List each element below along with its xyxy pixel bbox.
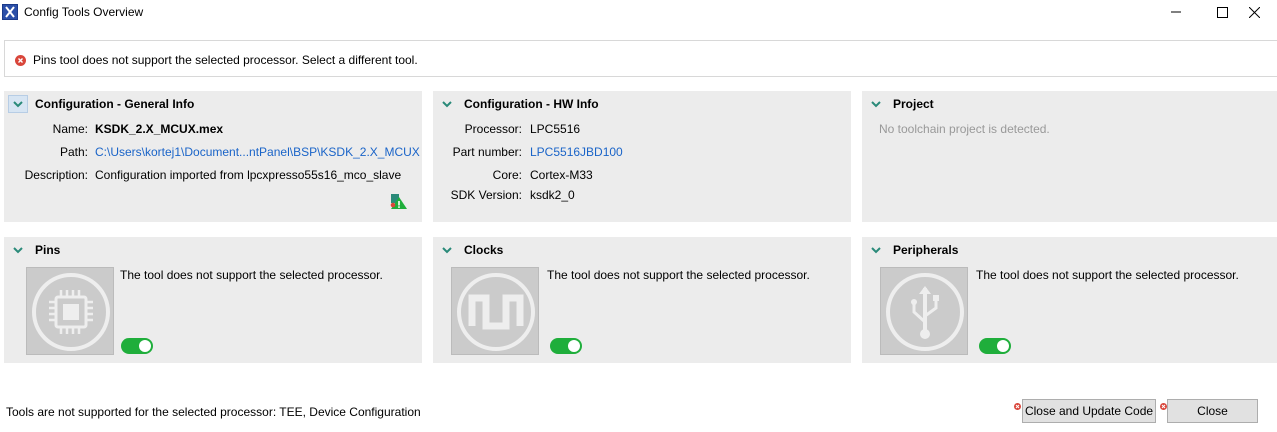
project-title: Project [893,97,934,111]
processor-label: Processor: [464,122,522,136]
path-link[interactable]: C:\Users\kortej1\Document...ntPanel\BSP\… [95,145,420,159]
name-label: Name: [52,122,88,136]
close-and-update-code-button[interactable]: Close and Update Code [1022,399,1156,423]
clocks-tool-button[interactable] [451,267,539,355]
usb-icon [886,273,964,351]
pins-toggle[interactable] [121,338,153,354]
collapse-peripherals-button[interactable] [866,241,886,259]
general-info-panel: Configuration - General Info Name: KSDK_… [4,91,422,222]
hw-info-title: Configuration - HW Info [464,97,599,111]
processor-value: LPC5516 [530,122,581,136]
message-text: Pins tool does not support the selected … [33,53,418,67]
core-label: Core: [492,168,522,182]
close-error-icon [1160,399,1167,410]
clock-wave-icon [457,273,535,351]
project-status-text: No toolchain project is detected. [879,122,1050,136]
sdk-version-value: ksdk2_0 [530,188,575,202]
update-error-icon [1014,399,1021,410]
pins-message: The tool does not support the selected p… [120,268,383,282]
close-window-button[interactable] [1231,0,1277,24]
description-value: Configuration imported from lpcxpresso55… [95,168,402,182]
minimize-button[interactable] [1153,0,1199,24]
close-button[interactable]: Close [1167,399,1258,423]
title-bar: Config Tools Overview [0,0,1277,26]
sdk-version-label: SDK Version: [450,188,522,202]
pins-panel: Pins The tool does not support the selec… [4,237,422,363]
collapse-general-button[interactable] [8,95,28,113]
core-value: Cortex-M33 [530,168,593,182]
message-bar: Pins tool does not support the selected … [4,40,1277,77]
window-title: Config Tools Overview [24,5,144,19]
collapse-project-button[interactable] [866,95,886,113]
chip-icon [32,273,110,351]
part-number-label: Part number: [452,145,522,159]
peripherals-panel: Peripherals The tool does not support th… [862,237,1277,363]
status-text: Tools are not supported for the selected… [6,405,421,419]
peripherals-toggle[interactable] [979,338,1011,354]
clocks-message: The tool does not support the selected p… [547,268,810,282]
description-label: Description: [24,168,88,182]
hw-info-panel: Configuration - HW Info Processor: LPC55… [433,91,851,222]
part-number-link[interactable]: LPC5516JBD100 [530,145,623,159]
pins-tool-button[interactable] [26,267,114,355]
collapse-hw-button[interactable] [437,95,457,113]
pins-title: Pins [35,243,61,257]
general-info-title: Configuration - General Info [35,97,195,111]
collapse-pins-button[interactable] [8,241,28,259]
path-label: Path: [59,145,88,159]
app-icon [2,4,18,20]
project-panel: Project No toolchain project is detected… [862,91,1277,222]
collapse-clocks-button[interactable] [437,241,457,259]
warning-icon[interactable] [390,193,408,213]
name-value: KSDK_2.X_MCUX.mex [95,122,224,136]
peripherals-title: Peripherals [893,243,959,257]
clocks-title: Clocks [464,243,504,257]
clocks-toggle[interactable] [550,338,582,354]
error-icon [15,55,26,66]
clocks-panel: Clocks The tool does not support the sel… [433,237,851,363]
peripherals-tool-button[interactable] [880,267,968,355]
peripherals-message: The tool does not support the selected p… [976,268,1239,282]
